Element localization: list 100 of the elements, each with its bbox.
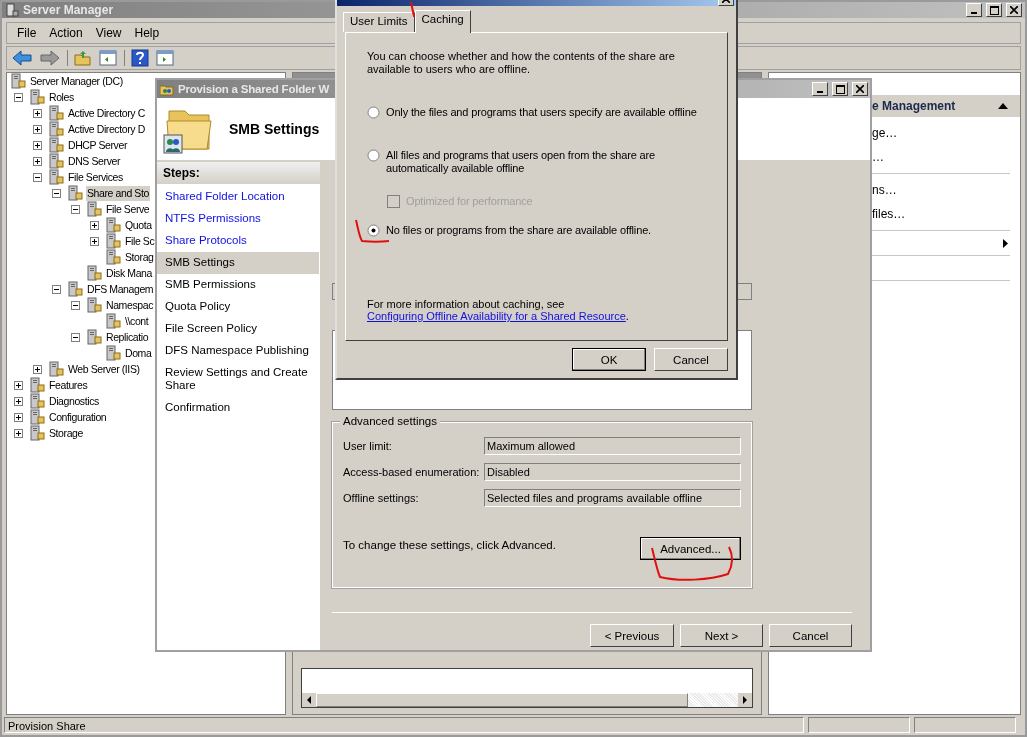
plus-box-icon[interactable] [33, 108, 42, 118]
tree-item[interactable]: Features [48, 377, 89, 393]
plus-box-icon[interactable] [14, 396, 23, 406]
close-button[interactable] [1006, 3, 1022, 17]
wizard-button[interactable]: < Previous [590, 624, 674, 647]
menu-item[interactable]: View [93, 26, 133, 40]
wizard-step[interactable]: SMB Permissions [157, 274, 319, 296]
wizard-button[interactable]: Next > [680, 624, 763, 647]
minimize-button[interactable] [812, 82, 828, 96]
action-link[interactable]: … [872, 145, 884, 169]
option-label[interactable]: All files and programs that users open from the share are automatically available offline [386, 149, 666, 175]
forward-arrow-icon[interactable] [39, 49, 61, 67]
close-button[interactable] [852, 82, 868, 96]
tree-item[interactable]: Active Directory C [67, 105, 146, 121]
radio-button[interactable] [367, 106, 380, 119]
option-label[interactable]: No files or programs from the share are available offline. [386, 224, 651, 237]
server-icon [105, 313, 121, 329]
hint-text: To change these settings, click Advanced. [343, 539, 556, 551]
wizard-step[interactable]: SMB Settings [157, 252, 319, 274]
plus-box-icon[interactable] [90, 236, 99, 246]
server-icon [105, 233, 121, 249]
wizard-step[interactable]: Shared Folder Location [157, 186, 319, 208]
plus-box-icon[interactable] [90, 220, 99, 230]
tree-item[interactable]: Quota [124, 217, 153, 233]
tree-item[interactable]: Share and Sto [86, 185, 150, 201]
plus-box-icon[interactable] [14, 380, 23, 390]
tree-item[interactable]: Storag [124, 249, 155, 265]
tab[interactable]: Caching [414, 10, 471, 33]
panel-icon[interactable] [98, 49, 118, 67]
tree-item[interactable]: Web Server (IIS) [67, 361, 141, 377]
wizard-step[interactable]: Quota Policy [157, 296, 319, 318]
tree-item[interactable]: Configuration [48, 409, 108, 425]
menu-item[interactable]: Help [132, 26, 171, 40]
action-link[interactable]: ns… [872, 178, 897, 202]
minus-box-icon[interactable] [14, 92, 23, 102]
plus-box-icon[interactable] [33, 140, 42, 150]
tree-item[interactable]: Diagnostics [48, 393, 100, 409]
plus-box-icon[interactable] [14, 412, 23, 422]
server-icon [105, 249, 121, 265]
wizard-step[interactable]: NTFS Permissions [157, 208, 319, 230]
actions-title: e Management [872, 99, 956, 113]
minus-box-icon[interactable] [71, 300, 80, 310]
wizard-button[interactable]: Cancel [769, 624, 852, 647]
tab[interactable]: User Limits [343, 12, 415, 32]
plus-box-icon[interactable] [14, 428, 23, 438]
help-link[interactable]: Configuring Offline Availability for a Shared Resource [367, 310, 626, 322]
tree-item[interactable]: File Sc [124, 233, 156, 249]
back-arrow-icon[interactable] [11, 49, 33, 67]
collapse-arrow-icon[interactable] [998, 103, 1008, 109]
tree-item[interactable]: Disk Mana [105, 265, 153, 281]
panel-icon[interactable] [155, 49, 175, 67]
wizard-step[interactable]: Share Protocols [157, 230, 319, 252]
radio-button[interactable] [367, 224, 380, 237]
action-link[interactable]: files… [872, 202, 906, 226]
plus-box-icon[interactable] [33, 156, 42, 166]
plus-box-icon[interactable] [33, 364, 42, 374]
tree-item[interactable]: Namespac [105, 297, 154, 313]
tree-item[interactable]: DFS Managem [86, 281, 155, 297]
minus-box-icon[interactable] [33, 172, 42, 182]
menu-item[interactable]: File [15, 26, 48, 40]
actions-header[interactable]: e Management [872, 95, 1020, 117]
menu-item[interactable]: Action [47, 26, 94, 40]
option-label[interactable]: Only the files and programs that users specify are available offline [386, 106, 697, 119]
minus-box-icon[interactable] [52, 284, 61, 294]
tree-item[interactable]: DHCP Server [67, 137, 128, 153]
info-text: For more information about caching, see Configuring Offline Availability for a Shared Resource. [367, 298, 630, 322]
wizard-step[interactable]: DFS Namespace Publishing [157, 340, 319, 362]
wizard-step[interactable]: Confirmation [157, 397, 319, 419]
scrollbar-thumb[interactable] [316, 693, 688, 707]
read-only-field: Disabled [484, 463, 741, 481]
tree-item[interactable]: File Serve [105, 201, 151, 217]
server-icon [67, 281, 83, 297]
minimize-button[interactable] [966, 3, 982, 17]
plus-box-icon[interactable] [33, 124, 42, 134]
action-link[interactable]: ge… [872, 121, 898, 145]
close-icon [1010, 6, 1018, 14]
page-heading: SMB Settings [229, 121, 320, 137]
dialog-button[interactable]: Cancel [654, 348, 728, 371]
tree-item[interactable]: Roles [48, 89, 75, 105]
tree-item[interactable]: Doma [124, 345, 153, 361]
tree-item[interactable]: \\cont [124, 313, 150, 329]
tree-item[interactable]: Server Manager (DC) [29, 73, 124, 89]
help-icon[interactable] [131, 49, 149, 67]
minus-box-icon[interactable] [52, 188, 61, 198]
tree-item[interactable]: File Services [67, 169, 124, 185]
tree-item[interactable]: Storage [48, 425, 84, 441]
dialog-button[interactable]: OK [572, 348, 646, 371]
advanced-button[interactable]: Advanced... [640, 537, 741, 560]
maximize-button[interactable] [986, 3, 1002, 17]
wizard-step[interactable]: File Screen Policy [157, 318, 319, 340]
maximize-button[interactable] [832, 82, 848, 96]
minus-box-icon[interactable] [71, 332, 80, 342]
tree-item[interactable]: Active Directory D [67, 121, 146, 137]
tree-item[interactable]: DNS Server [67, 153, 121, 169]
radio-button[interactable] [367, 149, 380, 162]
tree-item[interactable]: Replicatio [105, 329, 150, 345]
server-icon [5, 3, 19, 17]
wizard-step[interactable]: Review Settings and Create Share [157, 362, 319, 397]
horizontal-scrollbar[interactable] [301, 693, 753, 708]
minus-box-icon[interactable] [71, 204, 80, 214]
